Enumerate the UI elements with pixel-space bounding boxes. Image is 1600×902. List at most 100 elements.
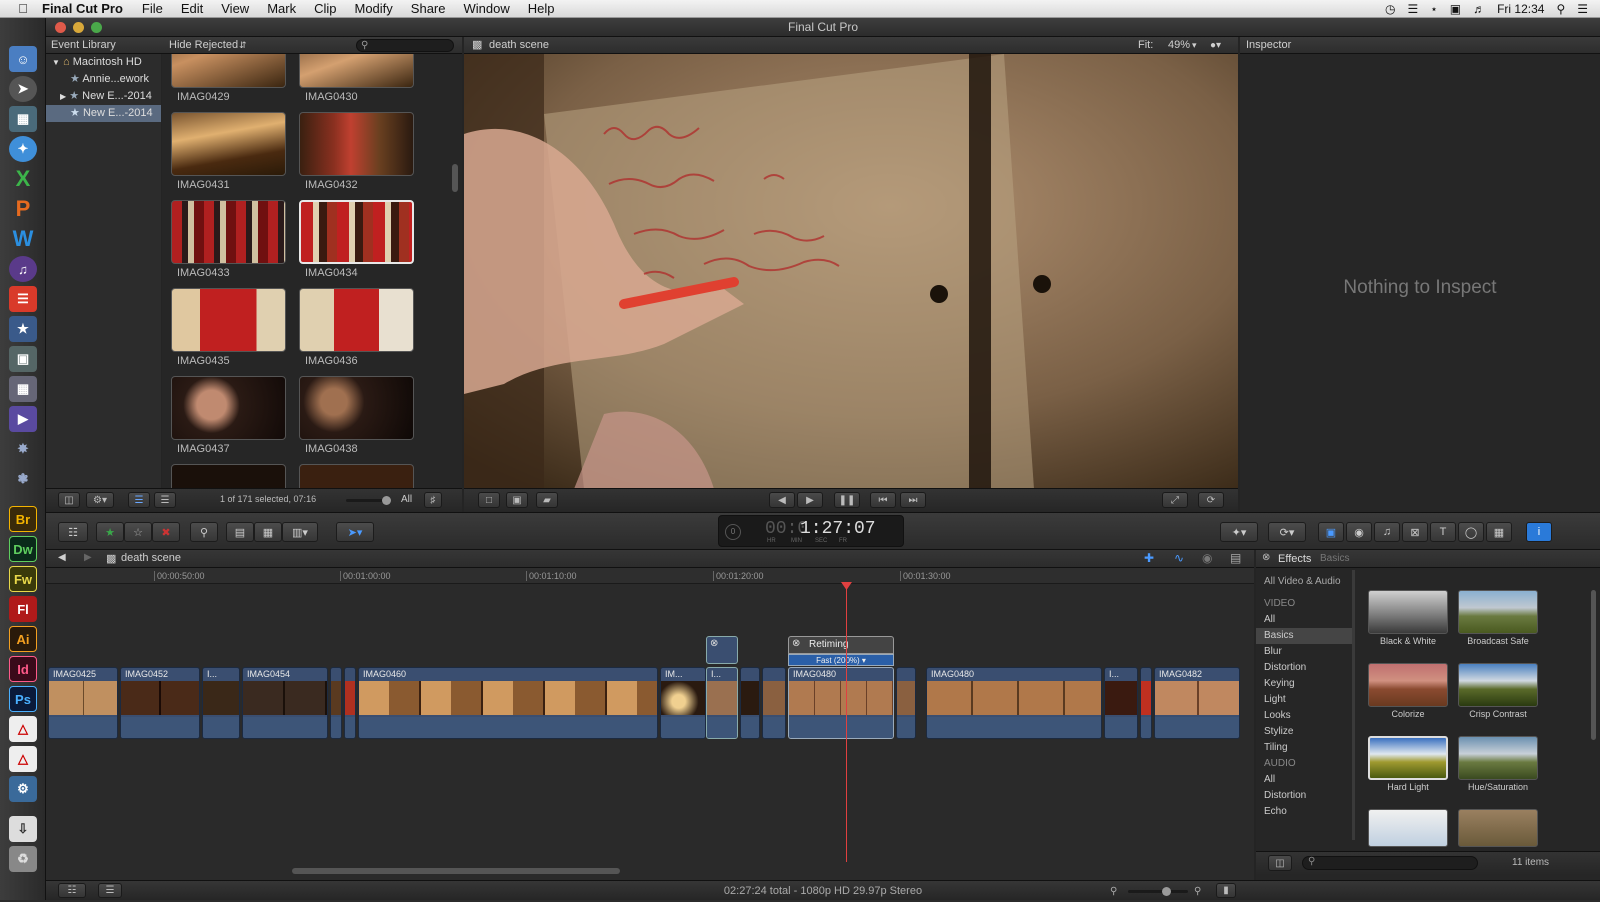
- clip-size-slider[interactable]: [346, 496, 391, 505]
- render-icon[interactable]: ☷: [58, 883, 86, 898]
- timeline-clip[interactable]: I...: [202, 667, 240, 739]
- menu-clock[interactable]: Fri 12:34: [1497, 2, 1544, 16]
- timeline-clip[interactable]: [896, 667, 916, 739]
- previous-edit-icon[interactable]: ⏮: [870, 492, 896, 508]
- clip-thumbnail[interactable]: [171, 200, 286, 264]
- clip-thumbnail[interactable]: [299, 288, 414, 352]
- timeline-clip[interactable]: IMAG0425: [48, 667, 118, 739]
- effect-thumbnail[interactable]: [1458, 590, 1538, 634]
- themes-browser-icon[interactable]: ▦: [1486, 522, 1512, 542]
- retiming-popover[interactable]: ⊗ Retiming: [788, 636, 894, 654]
- titles-browser-icon[interactable]: T: [1430, 522, 1456, 542]
- word-icon[interactable]: W: [9, 226, 37, 252]
- clip-thumbnail[interactable]: [171, 54, 286, 88]
- timeline-clip[interactable]: IMAG0482: [1154, 667, 1240, 739]
- timeline-back-icon[interactable]: ◀: [58, 552, 66, 563]
- illustrator-icon[interactable]: Ai: [9, 626, 37, 652]
- timeline-forward-icon[interactable]: ▶: [84, 552, 92, 563]
- insert-clip-icon[interactable]: ▦: [254, 522, 282, 542]
- effects-category[interactable]: Light: [1256, 692, 1352, 708]
- distort-tool-icon[interactable]: ▰: [536, 492, 558, 508]
- apple-icon[interactable]: : [12, 1, 34, 16]
- launchpad-icon[interactable]: ➤: [9, 76, 37, 102]
- volume-icon[interactable]: ♬: [1473, 2, 1485, 16]
- bluetooth-icon[interactable]: ⋆: [1430, 2, 1438, 16]
- clip-thumbnail-selected[interactable]: [299, 200, 414, 264]
- effect-thumbnail[interactable]: [1368, 590, 1448, 634]
- unrate-star-icon[interactable]: ☆: [124, 522, 152, 542]
- playhead[interactable]: [846, 584, 847, 862]
- snapping-icon[interactable]: ▤: [1230, 551, 1241, 565]
- timeline-clip[interactable]: IMAG0452: [120, 667, 200, 739]
- transitions-browser-icon[interactable]: ⊠: [1402, 522, 1428, 542]
- chevron-updown-icon[interactable]: ⇵: [239, 37, 247, 54]
- spotlight-icon[interactable]: ⚲: [1556, 2, 1565, 16]
- timeline-scrollbar[interactable]: [292, 868, 620, 874]
- playhead-marker-icon[interactable]: [841, 582, 852, 590]
- retiming-speed-dropdown[interactable]: Fast (200%) ▾: [788, 654, 894, 666]
- connected-clip[interactable]: ⊗: [706, 636, 738, 664]
- menu-share[interactable]: Share: [402, 1, 455, 16]
- timeline-index-icon[interactable]: ☰: [98, 883, 122, 898]
- finder-icon[interactable]: ☺: [9, 46, 37, 72]
- effects-scrollbar[interactable]: [1591, 590, 1596, 740]
- view-options-icon[interactable]: ●▾: [1210, 37, 1221, 54]
- next-edit-icon[interactable]: ⏭: [900, 492, 926, 508]
- music-browser-icon[interactable]: ♫: [1374, 522, 1400, 542]
- timecode-display[interactable]: 0 00:0 1:27:07 HR MIN SEC FR: [718, 515, 904, 547]
- play-reverse-icon[interactable]: ◀: [769, 492, 795, 508]
- retime-icon[interactable]: ⟳▾: [1268, 522, 1306, 542]
- effects-search-input[interactable]: ⚲: [1302, 856, 1478, 870]
- zoom-in-icon[interactable]: ⚲: [1194, 882, 1201, 902]
- browser-scrollbar[interactable]: [452, 164, 458, 192]
- system-prefs-icon[interactable]: ⚙: [9, 776, 37, 802]
- inspector-toggle-icon[interactable]: i: [1526, 522, 1552, 542]
- timeline-clip-selected[interactable]: I...: [706, 667, 738, 739]
- effects-category[interactable]: Keying: [1256, 676, 1352, 692]
- time-machine-icon[interactable]: ◷: [1385, 2, 1395, 16]
- crop-tool-icon[interactable]: □: [478, 492, 500, 508]
- clip-appearance-icon[interactable]: ▮: [1216, 883, 1236, 898]
- display-icon[interactable]: ▣: [1450, 2, 1461, 16]
- timeline-clip[interactable]: IMAG0480: [926, 667, 1102, 739]
- fullscreen-icon[interactable]: ⤢: [1162, 492, 1188, 508]
- close-button[interactable]: [55, 22, 66, 33]
- effect-thumbnail[interactable]: [1368, 809, 1448, 847]
- timeline-ruler[interactable]: 00:00:50:00 00:01:00:00 00:01:10:00 00:0…: [46, 568, 1254, 584]
- connect-clip-icon[interactable]: ▤: [226, 522, 254, 542]
- menu-mark[interactable]: Mark: [258, 1, 305, 16]
- menu-file[interactable]: File: [133, 1, 172, 16]
- chevron-down-icon[interactable]: ▾: [1192, 37, 1197, 54]
- menu-edit[interactable]: Edit: [172, 1, 212, 16]
- itunes-icon[interactable]: ♫: [9, 256, 37, 282]
- photo-browser-icon[interactable]: ◉: [1346, 522, 1372, 542]
- timecode-mode-icon[interactable]: 0: [725, 524, 741, 540]
- effects-category[interactable]: Stylize: [1256, 724, 1352, 740]
- timeline-clip[interactable]: IMAG0460: [358, 667, 658, 739]
- sidebar-item-event-selected[interactable]: ★ New E...-2014: [46, 105, 161, 122]
- effect-thumbnail-selected[interactable]: [1368, 736, 1448, 780]
- effects-category[interactable]: Tiling: [1256, 740, 1352, 756]
- effects-category[interactable]: All: [1256, 772, 1352, 788]
- wifi-icon[interactable]: ☰: [1407, 2, 1418, 16]
- keyword-icon[interactable]: ⚲: [190, 522, 218, 542]
- favorite-star-icon[interactable]: ★: [96, 522, 124, 542]
- timeline-zoom-slider[interactable]: [1128, 887, 1188, 896]
- menu-help[interactable]: Help: [519, 1, 564, 16]
- effect-thumbnail[interactable]: [1458, 809, 1538, 847]
- effect-thumbnail[interactable]: [1368, 663, 1448, 707]
- effect-thumbnail[interactable]: [1458, 663, 1538, 707]
- disclosure-closed-icon[interactable]: ▶: [60, 92, 66, 101]
- effect-thumbnail[interactable]: [1458, 736, 1538, 780]
- effects-category-selected[interactable]: Basics: [1256, 628, 1352, 644]
- effects-category[interactable]: All: [1256, 612, 1352, 628]
- safari-icon[interactable]: ✦: [9, 136, 37, 162]
- notification-list-icon[interactable]: ☰: [1577, 2, 1588, 16]
- menu-window[interactable]: Window: [455, 1, 519, 16]
- flash-builder-icon[interactable]: ☰: [9, 286, 37, 312]
- effects-category[interactable]: Blur: [1256, 644, 1352, 660]
- duration-all-label[interactable]: All: [401, 494, 412, 505]
- sidebar-toggle-icon[interactable]: ◫: [1268, 855, 1292, 871]
- timeline-clip-retimed[interactable]: IMAG0480: [788, 667, 894, 739]
- powerpoint-icon[interactable]: P: [9, 196, 37, 222]
